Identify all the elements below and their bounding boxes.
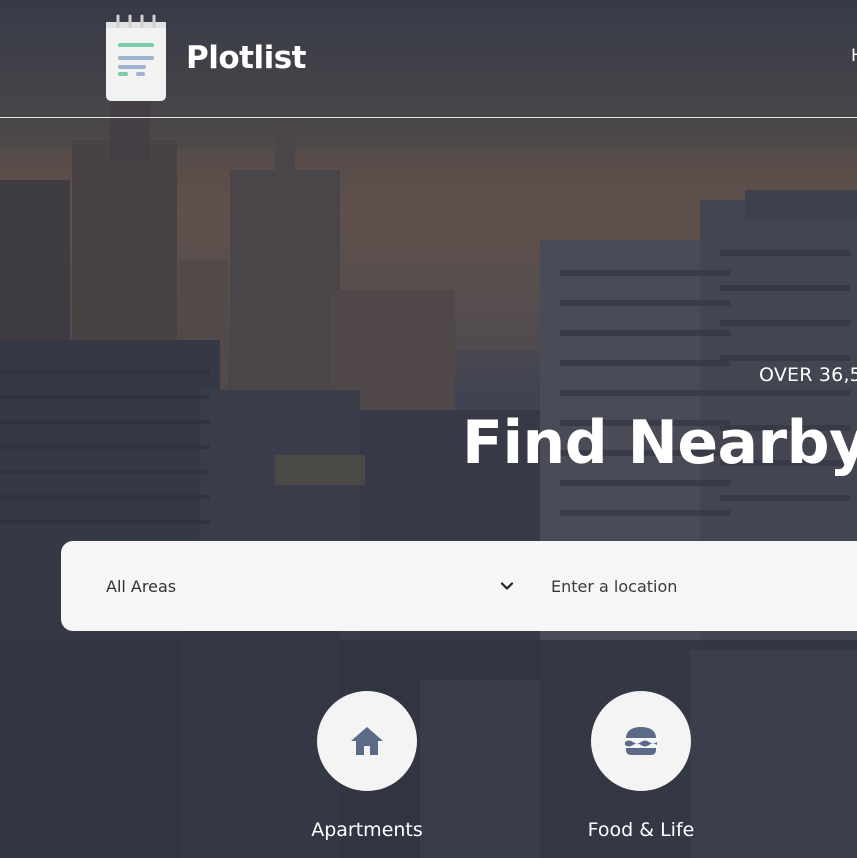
brand-logo[interactable]: Plotlist bbox=[106, 14, 307, 101]
category-circle bbox=[317, 691, 417, 791]
home-icon bbox=[351, 727, 383, 755]
search-bar: All Areas bbox=[61, 541, 857, 631]
category-apartments[interactable]: Apartments bbox=[297, 691, 437, 841]
nav-item-home[interactable]: H bbox=[851, 46, 857, 66]
area-select-value: All Areas bbox=[106, 576, 177, 596]
category-label: Apartments bbox=[311, 819, 423, 841]
hero-title: Find Nearby bbox=[462, 408, 857, 478]
brand-name: Plotlist bbox=[186, 39, 307, 76]
hero-subtitle: OVER 36,5 bbox=[759, 364, 857, 386]
category-circle bbox=[591, 691, 691, 791]
burger-icon bbox=[625, 727, 657, 755]
category-food-life[interactable]: Food & Life bbox=[571, 691, 711, 841]
chevron-down-icon bbox=[500, 582, 514, 590]
location-input[interactable] bbox=[551, 569, 857, 603]
area-select[interactable]: All Areas bbox=[106, 541, 516, 631]
notepad-logo-icon bbox=[106, 14, 166, 101]
site-header: Plotlist H bbox=[0, 0, 857, 118]
category-label: Food & Life bbox=[587, 819, 695, 841]
